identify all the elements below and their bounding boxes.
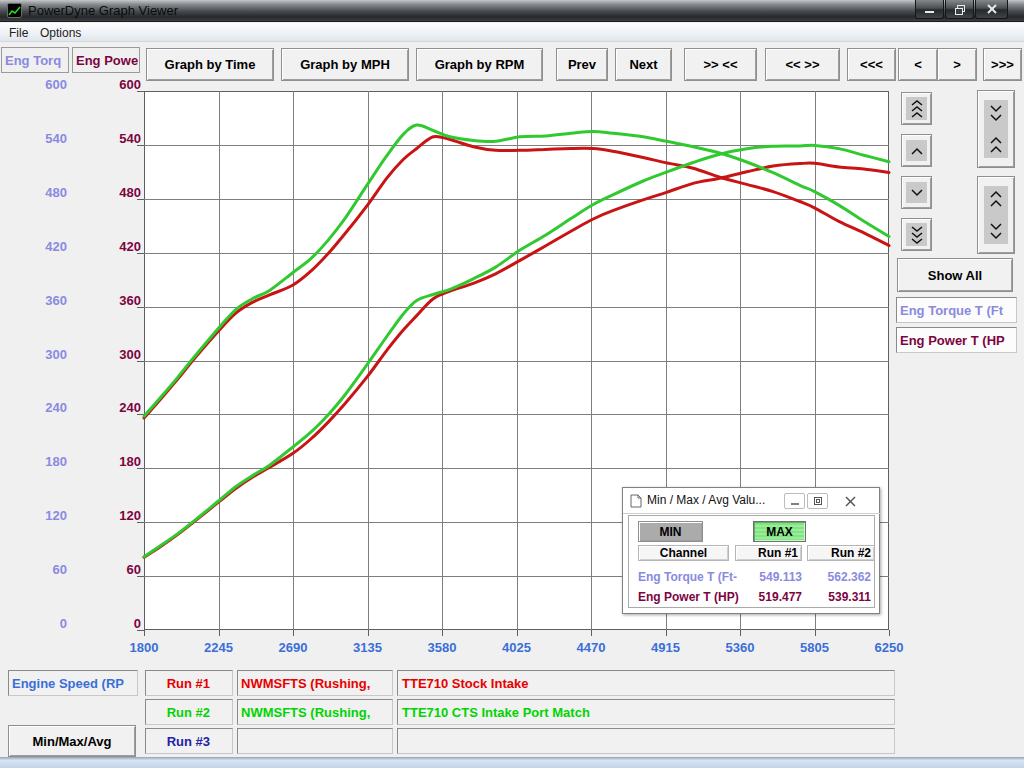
minmax-restore-button[interactable]	[807, 493, 828, 509]
y-axis-label-power: 120	[81, 508, 141, 523]
y-axis-label-torque: 360	[7, 293, 67, 308]
menu-options[interactable]: Options	[40, 26, 81, 40]
zoom-y-expand-button[interactable]	[977, 176, 1015, 254]
pan-up-button[interactable]	[901, 134, 932, 167]
y-axis-label-power: 600	[81, 77, 141, 92]
y-axis-label-torque: 420	[7, 239, 67, 254]
close-button[interactable]	[975, 0, 1008, 19]
y-axis-label-torque: 300	[7, 347, 67, 362]
min-button[interactable]: MIN	[638, 521, 703, 542]
minmax-window-title: Min / Max / Avg Valu...	[647, 493, 765, 507]
run1-label[interactable]: Run #1	[145, 670, 233, 696]
y-axis-label-torque: 0	[7, 616, 67, 631]
title-bar: PowerDyne Graph Viewer	[0, 0, 1024, 22]
prev-button[interactable]: Prev	[556, 48, 608, 81]
minmax-col-channel: Channel	[638, 545, 729, 561]
x-axis-label: 5360	[708, 640, 772, 655]
zoom-y-collapse-button[interactable]	[977, 90, 1015, 168]
x-axis-label: 1800	[112, 640, 176, 655]
channel-label-torque[interactable]: Eng Torque T (Ft	[896, 297, 1017, 323]
y-axis-label-torque: 60	[7, 562, 67, 577]
y-axis-label-power: 180	[81, 454, 141, 469]
scroll-left-button[interactable]: <	[898, 48, 938, 81]
minmax-col-run1: Run #1	[735, 545, 802, 561]
y-axis-label-power: 240	[81, 400, 141, 415]
y-axis-label-torque: 120	[7, 508, 67, 523]
run3-label[interactable]: Run #3	[145, 728, 233, 754]
menu-bar: File Options	[0, 23, 1024, 42]
y-axis-label-torque: 480	[7, 185, 67, 200]
run3-name[interactable]	[237, 728, 393, 754]
run1-name[interactable]: NWMSFTS (Rushing,	[237, 670, 393, 696]
show-all-button[interactable]: Show All	[897, 258, 1013, 292]
menu-file[interactable]: File	[9, 26, 28, 40]
minmax-row-torque-channel: Eng Torque T (Ft-	[638, 570, 737, 584]
channel-label-power[interactable]: Eng Power T (HP	[896, 327, 1017, 353]
minmax-torque-run2: 562.362	[803, 570, 871, 584]
x-axis-label: 2690	[261, 640, 325, 655]
graph-by-rpm-button[interactable]: Graph by RPM	[416, 48, 543, 81]
max-button[interactable]: MAX	[753, 521, 806, 542]
y-axis-label-power: 300	[81, 347, 141, 362]
y-axis-label-power: 360	[81, 293, 141, 308]
y-axis-label-torque: 600	[7, 77, 67, 92]
pan-down-button[interactable]	[901, 176, 932, 209]
minmax-col-run2: Run #2	[807, 545, 875, 561]
tab-eng-torque[interactable]: Eng Torq	[1, 47, 69, 73]
pan-down-fast-button[interactable]	[901, 218, 932, 251]
window-title: PowerDyne Graph Viewer	[28, 3, 178, 18]
minmax-window-icon	[629, 494, 643, 512]
minmax-minimize-button[interactable]	[784, 493, 805, 509]
zoom-out-button[interactable]: << >>	[765, 48, 840, 81]
window-bottom-frame	[0, 757, 1024, 768]
next-button[interactable]: Next	[615, 48, 672, 81]
pan-up-fast-button[interactable]	[901, 92, 932, 125]
y-axis-label-torque: 540	[7, 131, 67, 146]
x-axis-label: 4025	[485, 640, 549, 655]
scroll-far-right-button[interactable]: >>>	[983, 48, 1022, 81]
minmaxavg-button[interactable]: Min/Max/Avg	[8, 725, 136, 757]
run2-name[interactable]: NWMSFTS (Rushing,	[237, 699, 393, 725]
y-axis-label-power: 60	[81, 562, 141, 577]
scroll-right-button[interactable]: >	[937, 48, 977, 81]
y-axis-label-power: 480	[81, 185, 141, 200]
x-axis-label: 4470	[559, 640, 623, 655]
y-axis-label-power: 420	[81, 239, 141, 254]
tab-eng-power[interactable]: Eng Powe	[72, 47, 140, 73]
run2-desc[interactable]: TTE710 CTS Intake Port Match	[397, 699, 895, 725]
x-axis-label: 3580	[410, 640, 474, 655]
run2-label[interactable]: Run #2	[145, 699, 233, 725]
minmax-power-run2: 539.311	[803, 590, 871, 604]
x-axis-label: 4915	[634, 640, 698, 655]
restore-button[interactable]	[945, 0, 974, 19]
x-axis-label: 3135	[336, 640, 400, 655]
y-axis-label-power: 540	[81, 131, 141, 146]
x-axis-label: 2245	[187, 640, 251, 655]
y-axis-label-power: 0	[81, 616, 141, 631]
minmax-power-run1: 519.477	[732, 590, 802, 604]
zoom-in-button[interactable]: >> <<	[684, 48, 757, 81]
minmax-row-power-channel: Eng Power T (HP)	[638, 590, 739, 604]
minmax-title-separator	[623, 513, 881, 514]
x-axis-label: 6250	[857, 640, 921, 655]
scroll-far-left-button[interactable]: <<<	[847, 48, 896, 81]
y-axis-label-torque: 240	[7, 400, 67, 415]
run3-desc[interactable]	[397, 728, 895, 754]
graph-by-time-button[interactable]: Graph by Time	[146, 48, 274, 81]
x-axis-channel-label[interactable]: Engine Speed (RP	[8, 670, 138, 696]
app-window: PowerDyne Graph Viewer File Options Eng …	[0, 0, 1024, 768]
minimize-button[interactable]	[915, 0, 944, 19]
y-axis-label-torque: 180	[7, 454, 67, 469]
run1-desc[interactable]: TTE710 Stock Intake	[397, 670, 895, 696]
app-icon	[7, 3, 22, 18]
minmax-close-button[interactable]	[839, 493, 862, 509]
graph-by-mph-button[interactable]: Graph by MPH	[281, 48, 409, 81]
minmax-torque-run1: 549.113	[732, 570, 802, 584]
x-axis-label: 5805	[783, 640, 847, 655]
minmax-window: Min / Max / Avg Valu... MIN MAX Channel …	[622, 487, 880, 614]
